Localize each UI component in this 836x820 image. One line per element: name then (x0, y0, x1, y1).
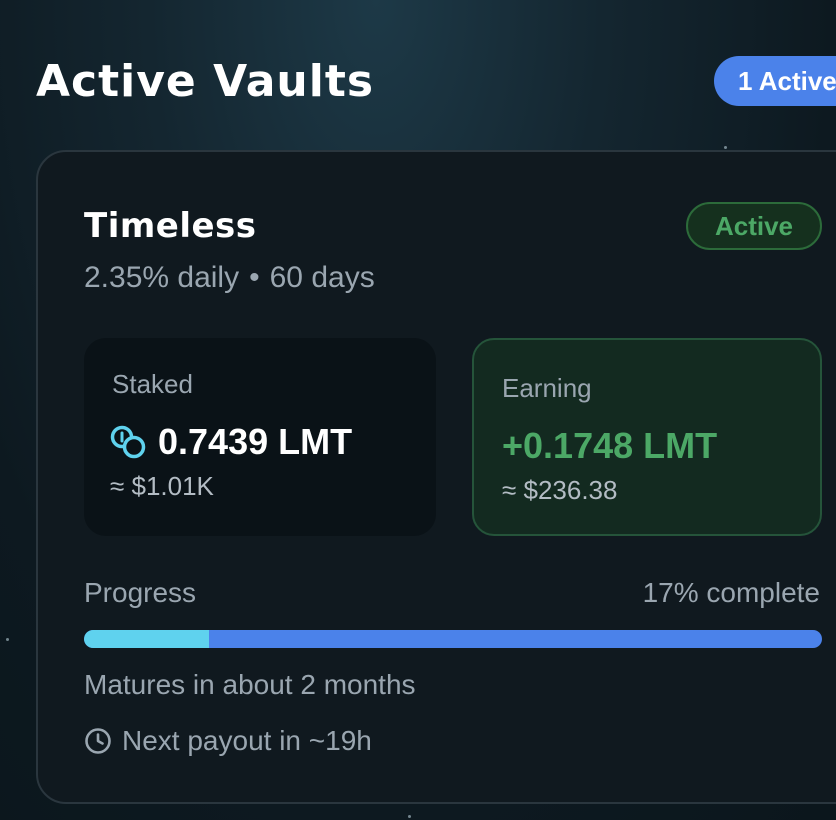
status-badge: Active (686, 202, 822, 250)
vault-card[interactable]: Timeless Active 2.35% daily • 60 days Stak… (36, 150, 836, 804)
progress-percent: 17% complete (642, 577, 820, 608)
coin-stack-icon (110, 425, 146, 459)
earning-amount: +0.1748 LMT (502, 425, 718, 466)
staked-amount: 0.7439 LMT (158, 421, 353, 462)
next-payout-text: Next payout in ~19h (122, 725, 372, 756)
vault-duration: 60 days (269, 261, 375, 294)
maturity-text: Matures in about 2 months (84, 669, 416, 700)
background-dot (408, 815, 411, 818)
active-count-badge: 1 Active (714, 56, 836, 106)
staked-usd: ≈ $1.01K (110, 471, 214, 501)
progress-label: Progress (84, 577, 197, 608)
section-title: Active Vaults (36, 56, 375, 107)
staked-value-row: 0.7439 LMT (110, 422, 352, 462)
progress-bar-fill (84, 630, 210, 648)
meta-separator: • (249, 261, 260, 294)
earning-usd: ≈ $236.38 (502, 475, 618, 505)
vault-name: Timeless (84, 206, 257, 246)
clock-icon (85, 728, 111, 754)
background-dot (724, 146, 727, 149)
staked-label: Staked (112, 369, 193, 399)
next-payout: Next payout in ~19h (84, 724, 372, 758)
earning-label: Earning (502, 373, 592, 403)
background-dot (6, 638, 9, 641)
progress-bar (84, 630, 822, 648)
vault-meta: 2.35% daily • 60 days (84, 260, 375, 296)
staked-panel: Staked 0.7439 LMT ≈ $1.01K (84, 338, 436, 536)
daily-rate: 2.35% daily (84, 261, 240, 294)
earning-panel: Earning +0.1748 LMT ≈ $236.38 (472, 338, 822, 536)
